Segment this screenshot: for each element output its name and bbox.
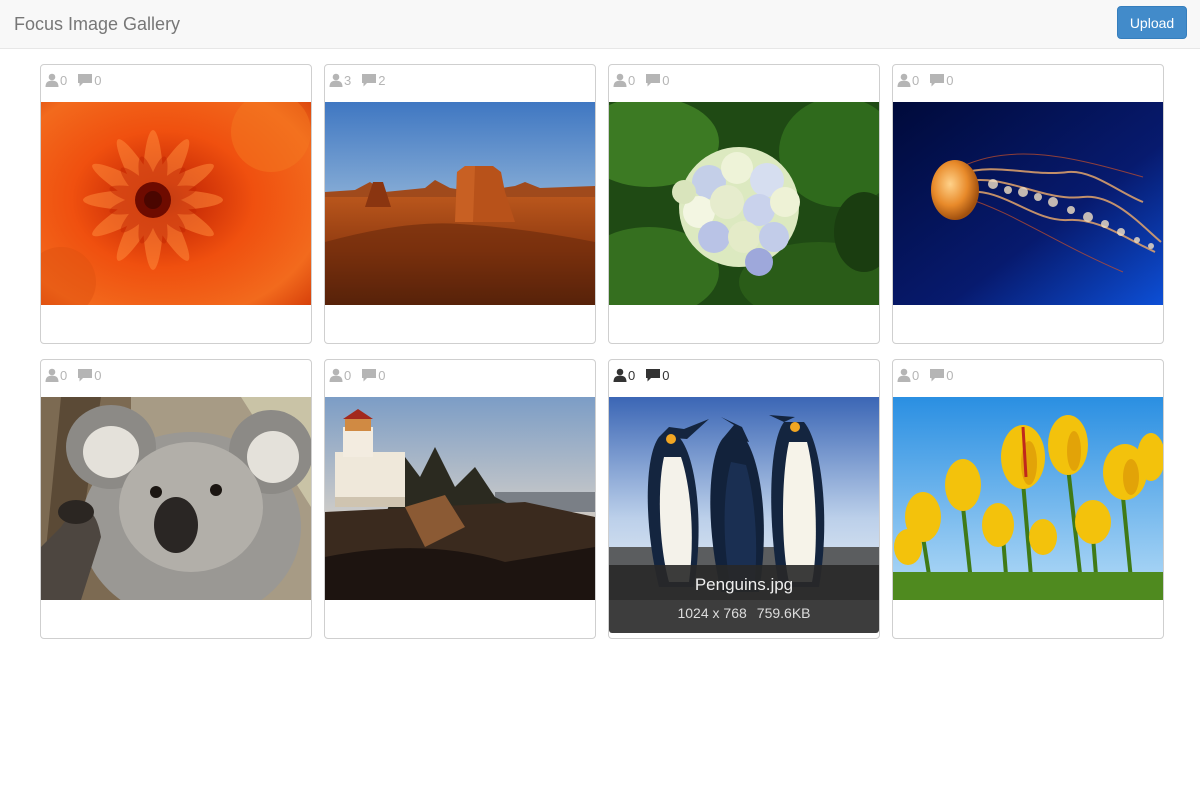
comments-count: 0 [378, 367, 386, 383]
likes-stat[interactable]: 0 [329, 368, 351, 383]
gallery-card[interactable]: 0 0 [892, 359, 1164, 639]
likes-stat[interactable]: 0 [45, 368, 67, 383]
gallery-card[interactable]: 0 0 [40, 64, 312, 344]
comment-icon [929, 368, 945, 382]
card-stats: 0 0 [897, 71, 963, 89]
likes-count: 0 [60, 367, 68, 383]
likes-count: 0 [628, 367, 636, 383]
likes-stat[interactable]: 0 [613, 73, 635, 88]
comments-stat[interactable]: 0 [77, 368, 101, 383]
image-dimensions: 1024 x 768 [677, 605, 747, 621]
comments-count: 0 [662, 367, 670, 383]
lighthouse-thumbnail[interactable] [325, 397, 595, 600]
likes-count: 0 [912, 72, 920, 88]
comments-stat[interactable]: 0 [645, 73, 669, 88]
gallery-card[interactable]: 0 0 [608, 64, 880, 344]
gallery-card[interactable]: 0 0 [608, 359, 880, 639]
likes-count: 0 [60, 72, 68, 88]
comment-icon [361, 73, 377, 87]
comments-stat[interactable]: 0 [361, 368, 385, 383]
user-icon [329, 73, 343, 87]
app-title[interactable]: Focus Image Gallery [14, 13, 180, 35]
upload-button[interactable]: Upload [1117, 6, 1187, 39]
likes-stat[interactable]: 0 [897, 73, 919, 88]
user-icon [897, 368, 911, 382]
user-icon [45, 368, 59, 382]
user-icon [613, 73, 627, 87]
comments-stat[interactable]: 0 [929, 73, 953, 88]
user-icon [897, 73, 911, 87]
comments-stat[interactable]: 0 [645, 368, 669, 383]
comments-count: 0 [946, 72, 954, 88]
flower-thumbnail[interactable] [41, 102, 311, 305]
image-meta: 1024 x 768 759.6KB [609, 604, 879, 622]
likes-count: 0 [912, 367, 920, 383]
likes-stat[interactable]: 0 [613, 368, 635, 383]
comments-count: 0 [946, 367, 954, 383]
comment-icon [77, 73, 93, 87]
image-info-overlay[interactable]: Penguins.jpg 1024 x 768 759.6KB [609, 565, 879, 633]
likes-stat[interactable]: 0 [45, 73, 67, 88]
jellyfish-thumbnail[interactable] [893, 102, 1163, 305]
comments-count: 0 [94, 367, 102, 383]
card-stats: 0 0 [45, 71, 111, 89]
image-filename: Penguins.jpg [694, 575, 794, 594]
card-stats: 0 0 [613, 366, 679, 384]
card-stats: 0 0 [897, 366, 963, 384]
comment-icon [645, 368, 661, 382]
gallery-card[interactable]: 0 0 [40, 359, 312, 639]
koala-thumbnail[interactable] [41, 397, 311, 600]
desert-thumbnail[interactable] [325, 102, 595, 305]
gallery-card[interactable]: 0 0 [892, 64, 1164, 344]
likes-stat[interactable]: 3 [329, 73, 351, 88]
card-stats: 0 0 [613, 71, 679, 89]
hydrangea-thumbnail[interactable] [609, 102, 879, 305]
comment-icon [77, 368, 93, 382]
tulips-thumbnail[interactable] [893, 397, 1163, 600]
comments-stat[interactable]: 0 [929, 368, 953, 383]
likes-count: 0 [628, 72, 636, 88]
likes-count: 0 [344, 367, 352, 383]
comments-stat[interactable]: 2 [361, 73, 385, 88]
user-icon [45, 73, 59, 87]
card-stats: 0 0 [329, 366, 395, 384]
card-stats: 3 2 [329, 71, 395, 89]
comments-stat[interactable]: 0 [77, 73, 101, 88]
comment-icon [645, 73, 661, 87]
likes-stat[interactable]: 0 [897, 368, 919, 383]
comment-icon [929, 73, 945, 87]
user-icon [329, 368, 343, 382]
gallery-card[interactable]: 3 2 [324, 64, 596, 344]
comments-count: 2 [378, 72, 386, 88]
comments-count: 0 [94, 72, 102, 88]
comment-icon [361, 368, 377, 382]
likes-count: 3 [344, 72, 352, 88]
image-filesize: 759.6KB [756, 605, 811, 621]
comments-count: 0 [662, 72, 670, 88]
user-icon [613, 368, 627, 382]
gallery-card[interactable]: 0 0 [324, 359, 596, 639]
top-navbar: Focus Image Gallery Upload [0, 0, 1200, 49]
card-stats: 0 0 [45, 366, 111, 384]
